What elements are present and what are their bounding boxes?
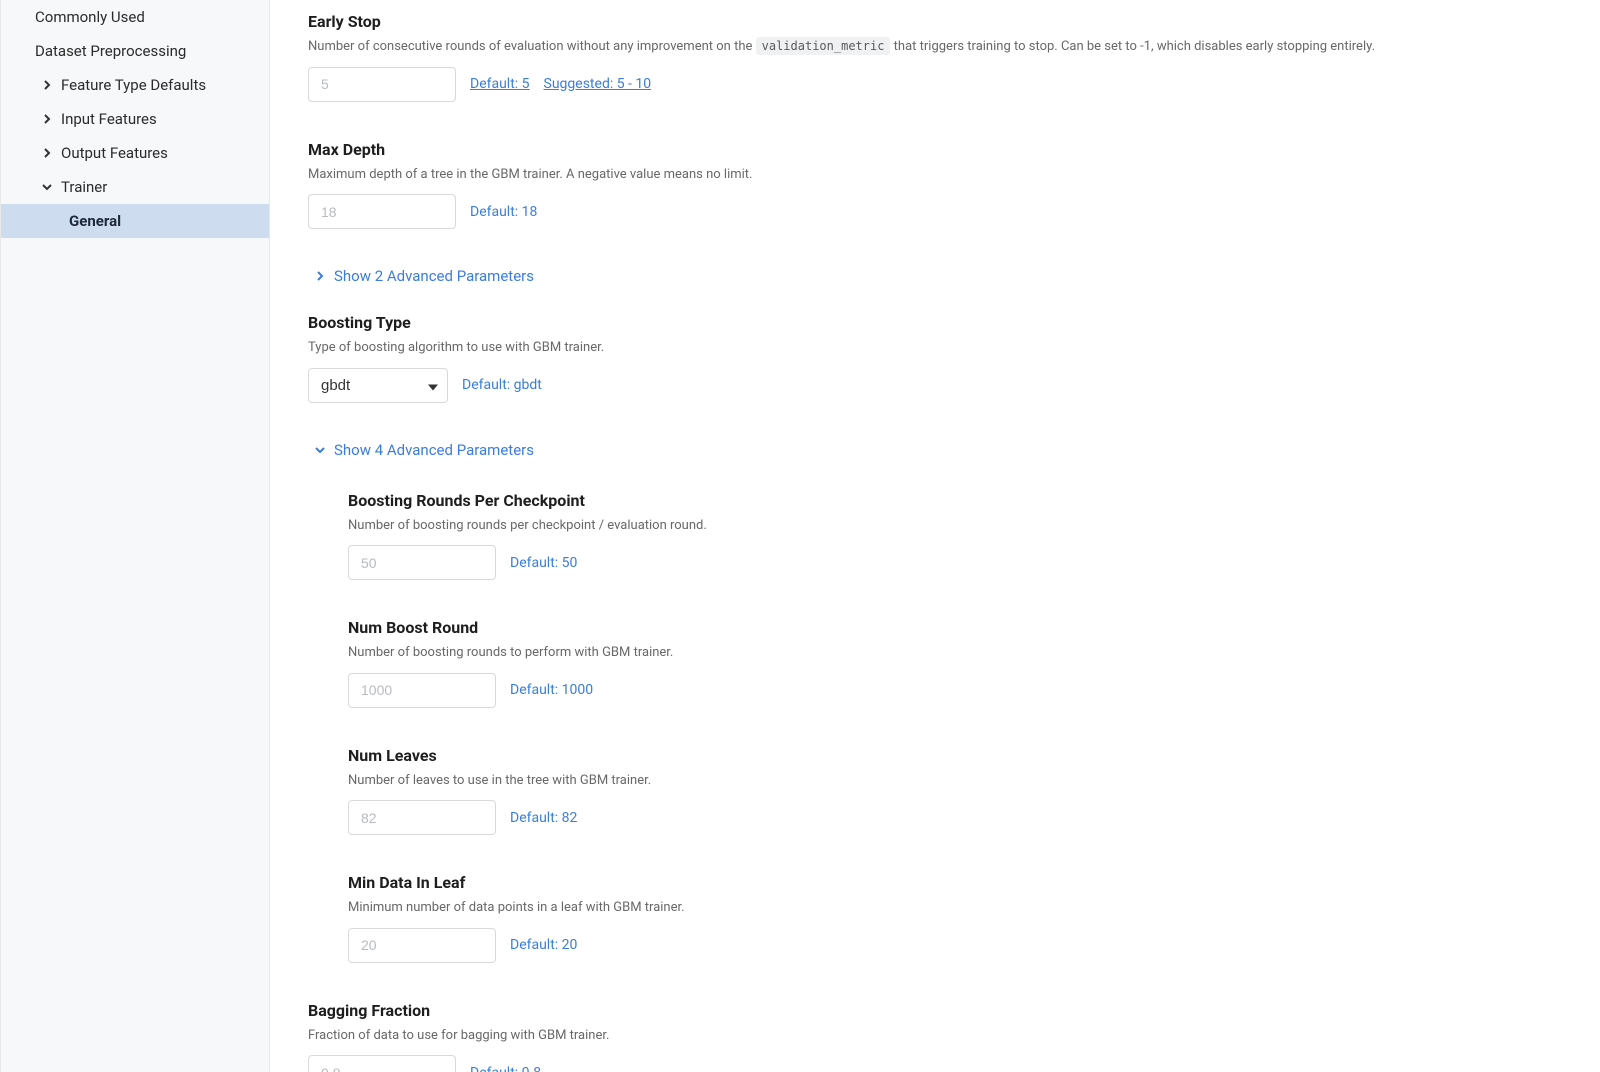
suggested-link[interactable]: Suggested: 5 - 10 <box>544 76 652 92</box>
show-advanced-toggle-2[interactable]: Show 4 Advanced Parameters <box>314 441 1562 459</box>
field-bagging-fraction: Bagging Fraction Fraction of data to use… <box>308 1001 1562 1072</box>
default-link[interactable]: Default: 20 <box>510 937 577 953</box>
sidebar-item-label: Trainer <box>61 178 107 196</box>
chevron-right-icon <box>41 79 53 91</box>
sidebar-item-trainer[interactable]: Trainer <box>1 170 269 204</box>
field-description: Number of leaves to use in the tree with… <box>348 771 1562 791</box>
sidebar-item-label: Feature Type Defaults <box>61 76 206 94</box>
bagging-fraction-input[interactable] <box>308 1055 456 1072</box>
sidebar-subitem-general[interactable]: General <box>1 204 269 238</box>
chevron-down-icon <box>41 181 53 193</box>
sidebar-item-dataset-preprocessing[interactable]: Dataset Preprocessing <box>1 34 269 68</box>
field-description: Maximum depth of a tree in the GBM train… <box>308 165 1562 185</box>
field-boosting-rounds-per-checkpoint: Boosting Rounds Per Checkpoint Number of… <box>308 491 1562 581</box>
num-boost-round-input[interactable] <box>348 673 496 708</box>
sidebar-item-commonly-used[interactable]: Commonly Used <box>1 0 269 34</box>
field-description: Number of consecutive rounds of evaluati… <box>308 37 1562 57</box>
default-link[interactable]: Default: 18 <box>470 204 537 220</box>
field-num-leaves: Num Leaves Number of leaves to use in th… <box>308 746 1562 836</box>
field-description: Fraction of data to use for bagging with… <box>308 1026 1562 1046</box>
default-link[interactable]: Default: 0.8 <box>470 1065 541 1072</box>
default-link[interactable]: Default: 5 <box>470 76 530 92</box>
default-link[interactable]: Default: 82 <box>510 810 577 826</box>
sidebar-item-label: Output Features <box>61 144 168 162</box>
field-description: Number of boosting rounds per checkpoint… <box>348 516 1562 536</box>
code-validation-metric: validation_metric <box>756 37 891 55</box>
boosting-rounds-per-checkpoint-input[interactable] <box>348 545 496 580</box>
field-boosting-type: Boosting Type Type of boosting algorithm… <box>308 313 1562 403</box>
max-depth-input[interactable] <box>308 194 456 229</box>
toggle-label: Show 2 Advanced Parameters <box>334 267 534 285</box>
default-link[interactable]: Default: 1000 <box>510 682 593 698</box>
sidebar-item-input-features[interactable]: Input Features <box>1 102 269 136</box>
field-min-data-in-leaf: Min Data In Leaf Minimum number of data … <box>308 873 1562 963</box>
early-stop-input[interactable] <box>308 67 456 102</box>
sidebar-item-output-features[interactable]: Output Features <box>1 136 269 170</box>
field-title: Min Data In Leaf <box>348 873 1562 892</box>
field-title: Boosting Type <box>308 313 1562 332</box>
chevron-right-icon <box>41 147 53 159</box>
num-leaves-input[interactable] <box>348 800 496 835</box>
sidebar-item-label: Input Features <box>61 110 157 128</box>
field-title: Max Depth <box>308 140 1562 159</box>
chevron-right-icon <box>41 113 53 125</box>
default-link[interactable]: Default: gbdt <box>462 377 542 393</box>
show-advanced-toggle-1[interactable]: Show 2 Advanced Parameters <box>314 267 1562 285</box>
boosting-type-select[interactable]: gbdt <box>308 368 448 403</box>
field-title: Num Leaves <box>348 746 1562 765</box>
field-title: Num Boost Round <box>348 618 1562 637</box>
field-description: Type of boosting algorithm to use with G… <box>308 338 1562 358</box>
sidebar: Commonly Used Dataset Preprocessing Feat… <box>0 0 270 1072</box>
field-num-boost-round: Num Boost Round Number of boosting round… <box>308 618 1562 708</box>
min-data-in-leaf-input[interactable] <box>348 928 496 963</box>
default-link[interactable]: Default: 50 <box>510 555 577 571</box>
toggle-label: Show 4 Advanced Parameters <box>334 441 534 459</box>
sidebar-item-feature-type-defaults[interactable]: Feature Type Defaults <box>1 68 269 102</box>
field-early-stop: Early Stop Number of consecutive rounds … <box>308 12 1562 102</box>
chevron-right-icon <box>314 270 326 282</box>
field-title: Boosting Rounds Per Checkpoint <box>348 491 1562 510</box>
field-title: Early Stop <box>308 12 1562 31</box>
field-description: Minimum number of data points in a leaf … <box>348 898 1562 918</box>
field-max-depth: Max Depth Maximum depth of a tree in the… <box>308 140 1562 230</box>
field-title: Bagging Fraction <box>308 1001 1562 1020</box>
chevron-down-icon <box>314 444 326 456</box>
field-description: Number of boosting rounds to perform wit… <box>348 643 1562 663</box>
main-content: Early Stop Number of consecutive rounds … <box>270 0 1600 1072</box>
